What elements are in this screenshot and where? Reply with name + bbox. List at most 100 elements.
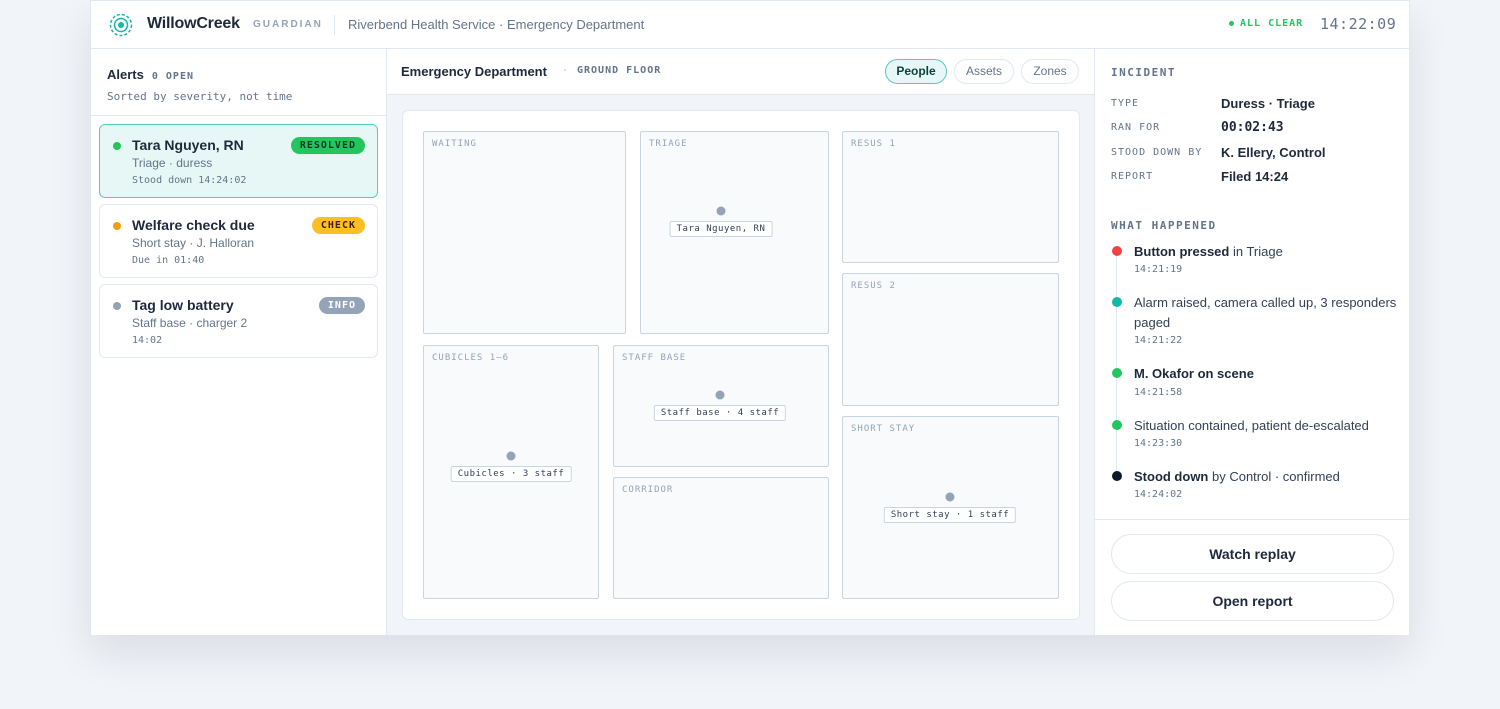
alert-card-tag-low-battery[interactable]: Tag low battery Staff base · charger 2 1…	[99, 284, 378, 358]
app-window: WillowCreek GUARDIAN Riverbend Health Se…	[90, 0, 1410, 635]
actions-divider	[1095, 519, 1410, 520]
willowcreek-logo-icon	[109, 13, 133, 37]
timeline-event: Alarm raised, camera called up, 3 respon…	[1134, 293, 1399, 333]
zone-corridor[interactable]: CORRIDOR	[613, 477, 829, 599]
field-key-type: TYPE	[1111, 98, 1140, 109]
zone-label: RESUS 2	[851, 281, 896, 291]
alert-time: Stood down 14:24:02	[132, 175, 247, 186]
alert-status-dot-icon	[113, 222, 121, 230]
alerts-open-count: 0 OPEN	[151, 71, 194, 82]
zone-label: TRIAGE	[649, 139, 688, 149]
facility-breadcrumb: Riverbend Health Service · Emergency Dep…	[348, 17, 645, 32]
tab-people[interactable]: People	[885, 59, 947, 84]
alerts-title: Alerts	[107, 67, 144, 82]
person-marker[interactable]	[715, 390, 725, 400]
zone-label: CUBICLES 1–6	[432, 353, 510, 363]
incident-title: INCIDENT	[1111, 66, 1176, 79]
alert-title: Tara Nguyen, RN	[132, 137, 244, 153]
watch-replay-button[interactable]: Watch replay	[1111, 534, 1394, 574]
zone-label: STAFF BASE	[622, 353, 687, 363]
zone-label: WAITING	[432, 139, 477, 149]
field-value-report: Filed 14:24	[1221, 169, 1289, 184]
brand-name: WillowCreek	[147, 15, 240, 32]
field-key-report: REPORT	[1111, 171, 1154, 182]
alert-card-tara-nguyen[interactable]: Tara Nguyen, RN Triage · duress Stood do…	[99, 124, 378, 198]
floor-map-panel: Emergency Department · GROUND FLOOR Peop…	[387, 49, 1094, 635]
zone-resus-1[interactable]: RESUS 1	[842, 131, 1059, 263]
alert-subtitle: Triage · duress	[132, 156, 213, 170]
field-value-stood-down-by: K. Ellery, Control	[1221, 145, 1326, 160]
person-marker[interactable]	[945, 492, 955, 502]
timeline-event: Stood down by Control · confirmed	[1134, 467, 1399, 487]
floor-map: WAITING TRIAGE RESUS 1 RESUS 2 CUBICLES …	[402, 110, 1080, 620]
field-value-ran-for: 00:02:43	[1221, 120, 1284, 135]
timeline-track	[1116, 253, 1117, 479]
alerts-panel: Alerts 0 OPEN Sorted by severity, not ti…	[91, 49, 387, 635]
event-time: 14:21:58	[1134, 387, 1183, 398]
top-bar: WillowCreek GUARDIAN Riverbend Health Se…	[91, 0, 1409, 49]
alerts-divider	[91, 115, 386, 116]
alert-title: Welfare check due	[132, 217, 255, 233]
timeline-dot-icon	[1112, 297, 1122, 307]
event-strong: Stood down	[1134, 469, 1209, 484]
alert-card-welfare-check[interactable]: Welfare check due Short stay · J. Hallor…	[99, 204, 378, 278]
person-marker[interactable]	[716, 206, 726, 216]
timeline-title: WHAT HAPPENED	[1111, 219, 1217, 232]
event-time: 14:24:02	[1134, 489, 1183, 500]
alert-title: Tag low battery	[132, 297, 234, 313]
timeline-dot-icon	[1112, 420, 1122, 430]
zone-label: CORRIDOR	[622, 485, 674, 495]
marker-label: Cubicles · 3 staff	[450, 466, 572, 482]
system-status: ALL CLEAR	[1229, 18, 1303, 29]
status-dot-icon	[1229, 21, 1234, 26]
alert-subtitle: Short stay · J. Halloran	[132, 236, 255, 250]
tab-assets[interactable]: Assets	[954, 59, 1014, 84]
alert-subtitle: Staff base · charger 2	[132, 316, 248, 330]
zone-label: SHORT STAY	[851, 424, 916, 434]
alerts-sort-note: Sorted by severity, not time	[107, 90, 293, 103]
field-key-stood-down-by: STOOD DOWN BY	[1111, 147, 1203, 158]
marker-label: Tara Nguyen, RN	[669, 221, 773, 237]
event-time: 14:21:19	[1134, 264, 1183, 275]
field-key-ran-for: RAN FOR	[1111, 122, 1161, 133]
timeline-event: Situation contained, patient de-escalate…	[1134, 416, 1399, 436]
product-name: GUARDIAN	[253, 19, 323, 30]
person-marker[interactable]	[506, 451, 516, 461]
open-report-button[interactable]: Open report	[1111, 581, 1394, 621]
timeline-dot-icon	[1112, 471, 1122, 481]
alert-status-dot-icon	[113, 142, 121, 150]
zone-resus-2[interactable]: RESUS 2	[842, 273, 1059, 406]
area-title: Emergency Department	[401, 64, 547, 79]
timeline-event: Button pressed in Triage	[1134, 242, 1399, 262]
event-text: Situation contained, patient de-escalate…	[1134, 418, 1369, 433]
event-time: 14:21:22	[1134, 335, 1183, 346]
area-separator: ·	[563, 64, 567, 76]
floor-label: GROUND FLOOR	[577, 65, 662, 76]
system-status-label: ALL CLEAR	[1240, 18, 1304, 29]
alert-time: 14:02	[132, 335, 163, 346]
marker-label: Staff base · 4 staff	[653, 405, 787, 421]
clock: 14:22:09	[1320, 15, 1397, 33]
tab-zones[interactable]: Zones	[1021, 59, 1079, 84]
map-header: Emergency Department · GROUND FLOOR Peop…	[387, 49, 1094, 95]
timeline-dot-icon	[1112, 246, 1122, 256]
event-text: Alarm raised, camera called up, 3 respon…	[1134, 295, 1397, 330]
event-time: 14:23:30	[1134, 438, 1183, 449]
marker-label: Short stay · 1 staff	[883, 507, 1017, 523]
event-strong: M. Okafor on scene	[1134, 366, 1254, 381]
incident-panel: INCIDENT TYPE Duress · Triage RAN FOR 00…	[1094, 49, 1410, 635]
alert-status-dot-icon	[113, 302, 121, 310]
timeline-event: M. Okafor on scene	[1134, 364, 1399, 384]
field-value-type: Duress · Triage	[1221, 96, 1315, 111]
event-text: by Control · confirmed	[1208, 469, 1340, 484]
timeline-dot-icon	[1112, 368, 1122, 378]
zone-waiting[interactable]: WAITING	[423, 131, 626, 334]
zone-label: RESUS 1	[851, 139, 896, 149]
alert-time: Due in 01:40	[132, 255, 205, 266]
status-badge-info: INFO	[318, 297, 365, 314]
event-strong: Button pressed	[1134, 244, 1230, 259]
status-badge-check: CHECK	[311, 217, 365, 234]
alerts-header: Alerts 0 OPEN	[107, 67, 194, 82]
status-badge-resolved: RESOLVED	[290, 137, 365, 154]
header-divider	[334, 15, 335, 35]
